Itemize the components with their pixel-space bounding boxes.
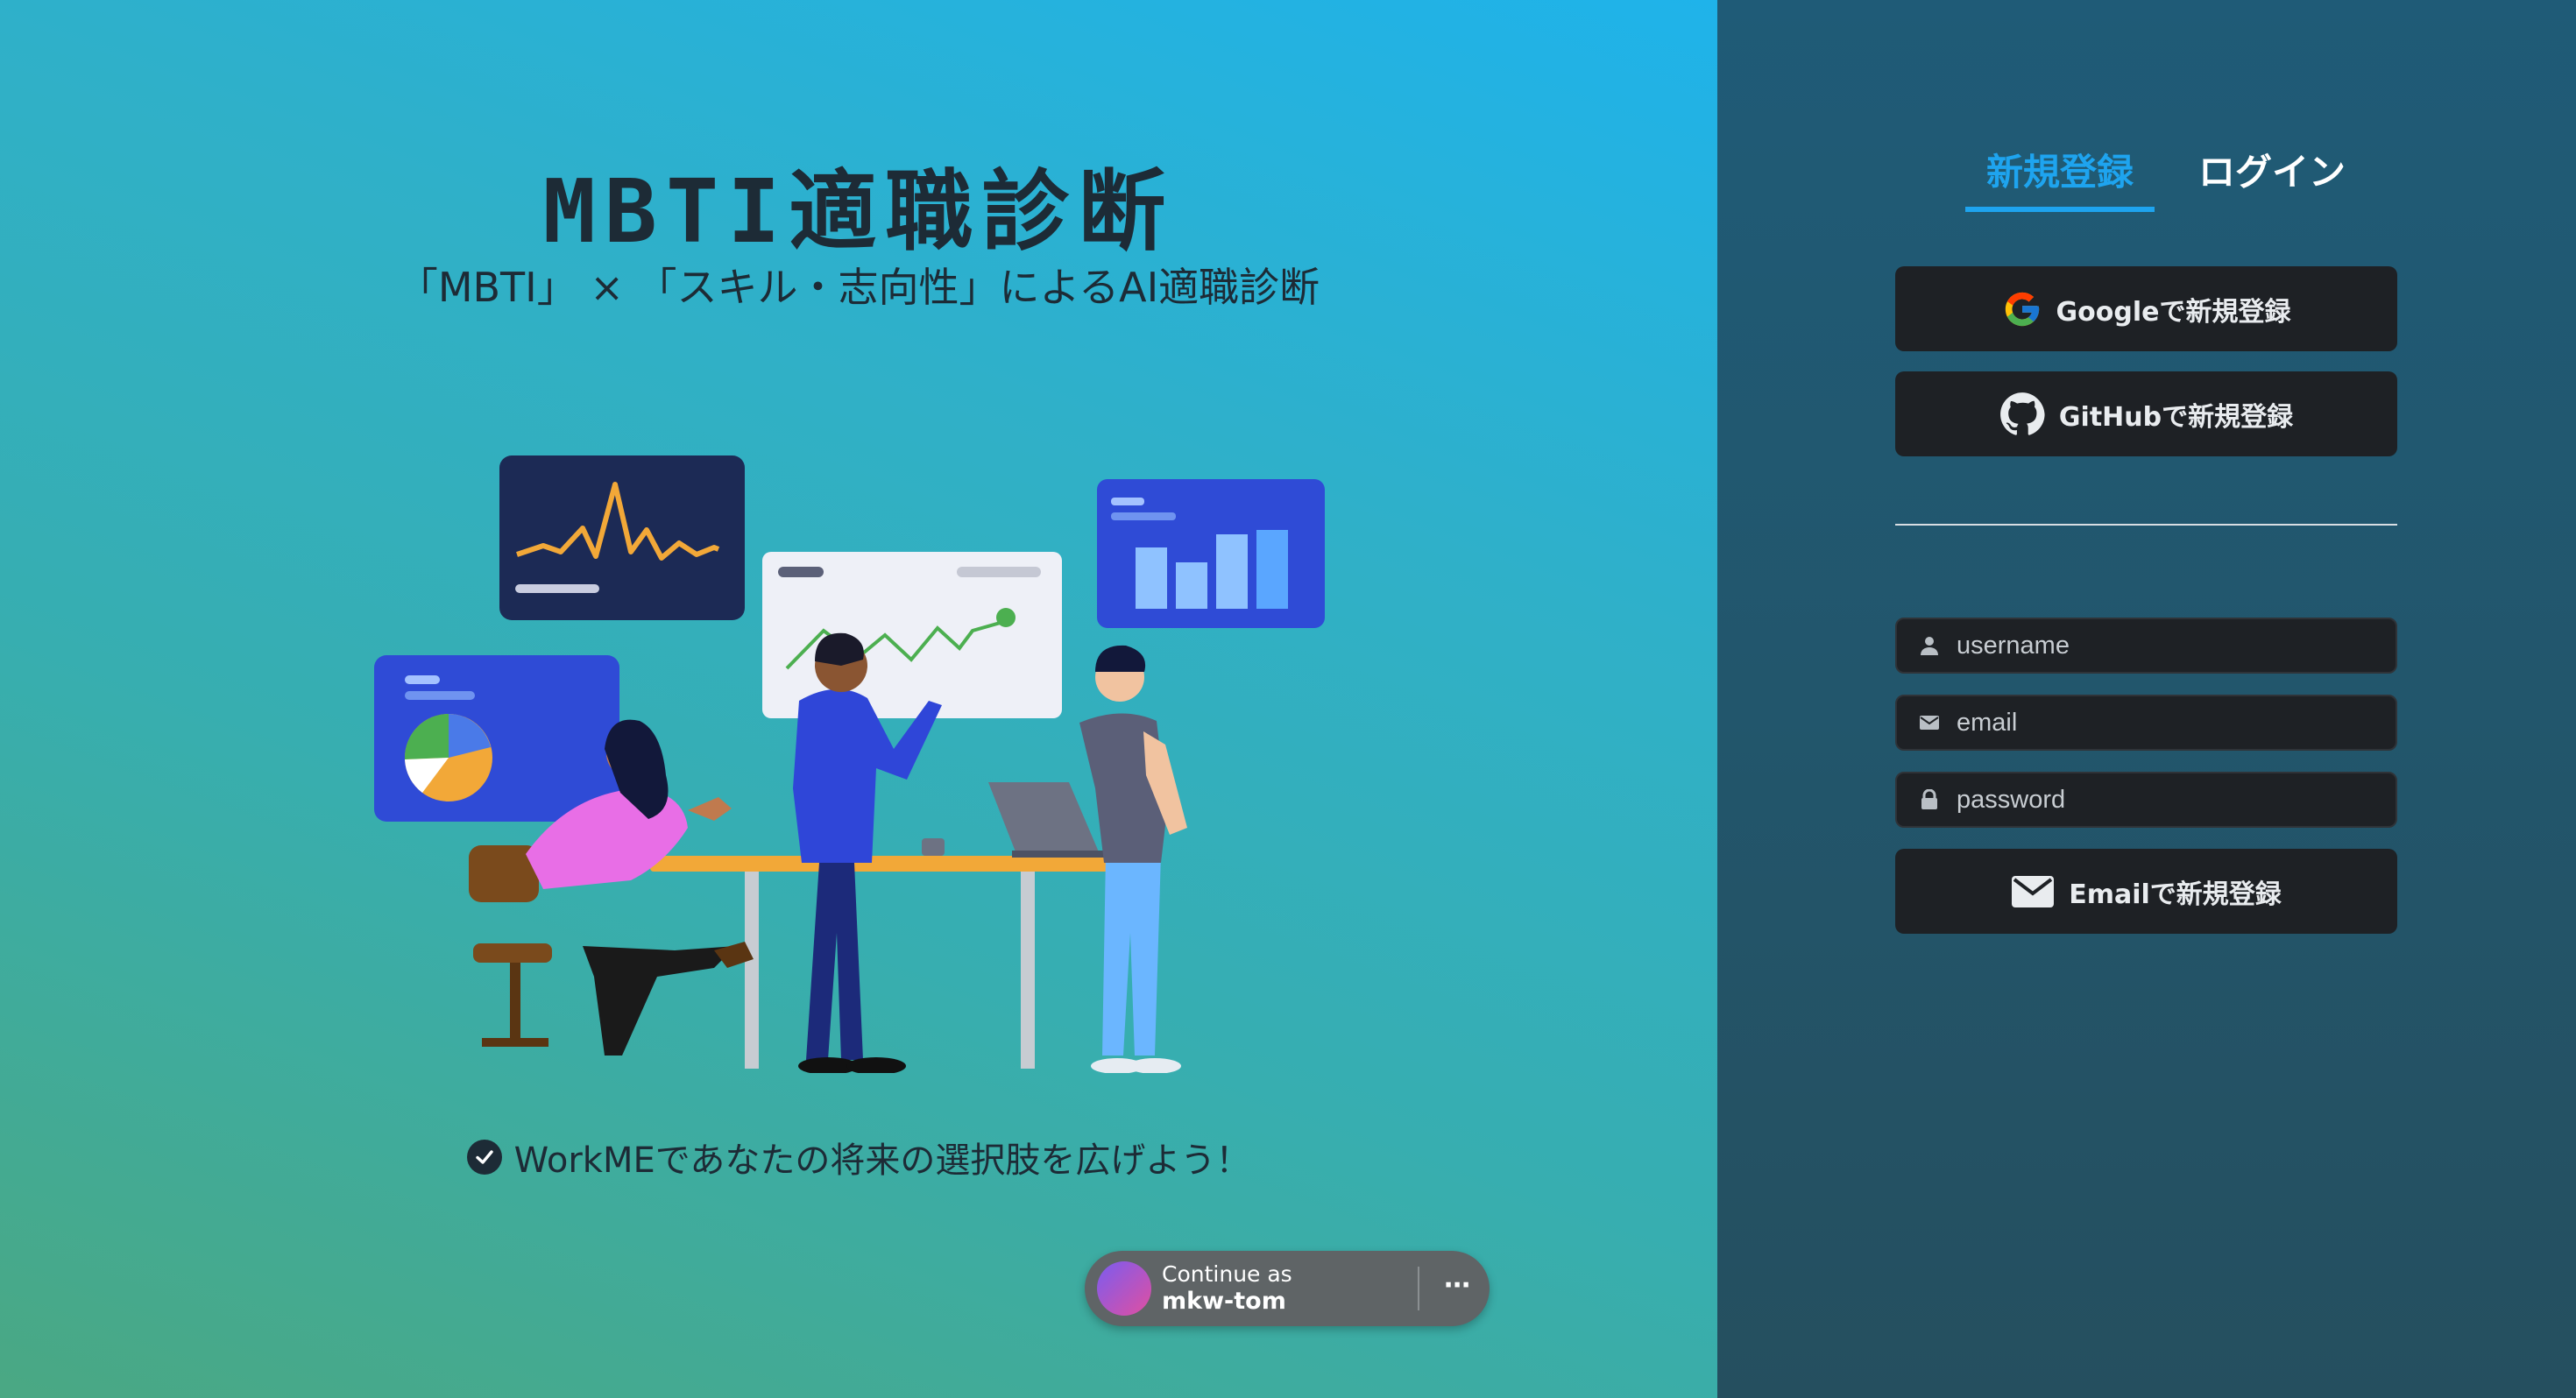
tagline: WorkMEであなたの将来の選択肢を広げよう！ <box>0 1132 1717 1183</box>
google-signup-button[interactable]: Googleで新規登録 <box>1895 266 2397 351</box>
envelope-icon <box>2012 875 2055 907</box>
google-one-tap[interactable]: Continue as mkw-tom ⋯ <box>1085 1251 1490 1326</box>
email-signup-label: Emailで新規登録 <box>2069 879 2282 910</box>
page-title: MBTI適職診断 <box>542 160 1175 263</box>
google-icon <box>2005 292 2039 326</box>
check-circle-icon <box>466 1140 502 1175</box>
password-field[interactable] <box>1895 772 2397 828</box>
email-signup-button[interactable]: Emailで新規登録 <box>1895 849 2397 934</box>
one-tap-divider <box>1418 1267 1419 1310</box>
github-signup-label: GitHubで新規登録 <box>2058 401 2294 433</box>
divider <box>1895 524 2397 526</box>
one-tap-prompt: Continue as <box>1162 1261 1292 1288</box>
username-input[interactable] <box>1957 631 2377 660</box>
lock-icon <box>1918 788 1941 811</box>
tab-login[interactable]: ログイン <box>2177 136 2367 212</box>
google-signup-label: Googleで新規登録 <box>2056 296 2291 328</box>
password-input[interactable] <box>1957 785 2377 815</box>
email-field[interactable] <box>1895 695 2397 751</box>
username-field[interactable] <box>1895 618 2397 674</box>
hero-panel: MBTI適職診断 「MBTI」 × 「スキル・志向性」によるAI適職診断 Wor… <box>0 0 1717 1398</box>
tab-signup[interactable]: 新規登録 <box>1965 136 2155 212</box>
team-illustration <box>374 455 1325 1073</box>
user-icon <box>1918 634 1941 657</box>
one-tap-account: mkw-tom <box>1162 1287 1286 1315</box>
page-subtitle: 「MBTI」 × 「スキル・志向性」によるAI適職診断 <box>397 264 1320 311</box>
tagline-text: WorkMEであなたの将来の選択肢を広げよう！ <box>513 1140 1251 1181</box>
auth-tabs: 新規登録 ログイン <box>1965 136 2367 212</box>
github-icon <box>1999 392 2045 435</box>
github-signup-button[interactable]: GitHubで新規登録 <box>1895 371 2397 456</box>
mail-icon <box>1918 711 1941 734</box>
more-options-button[interactable]: ⋯ <box>1435 1268 1479 1309</box>
email-input[interactable] <box>1957 708 2377 738</box>
avatar <box>1097 1261 1151 1316</box>
